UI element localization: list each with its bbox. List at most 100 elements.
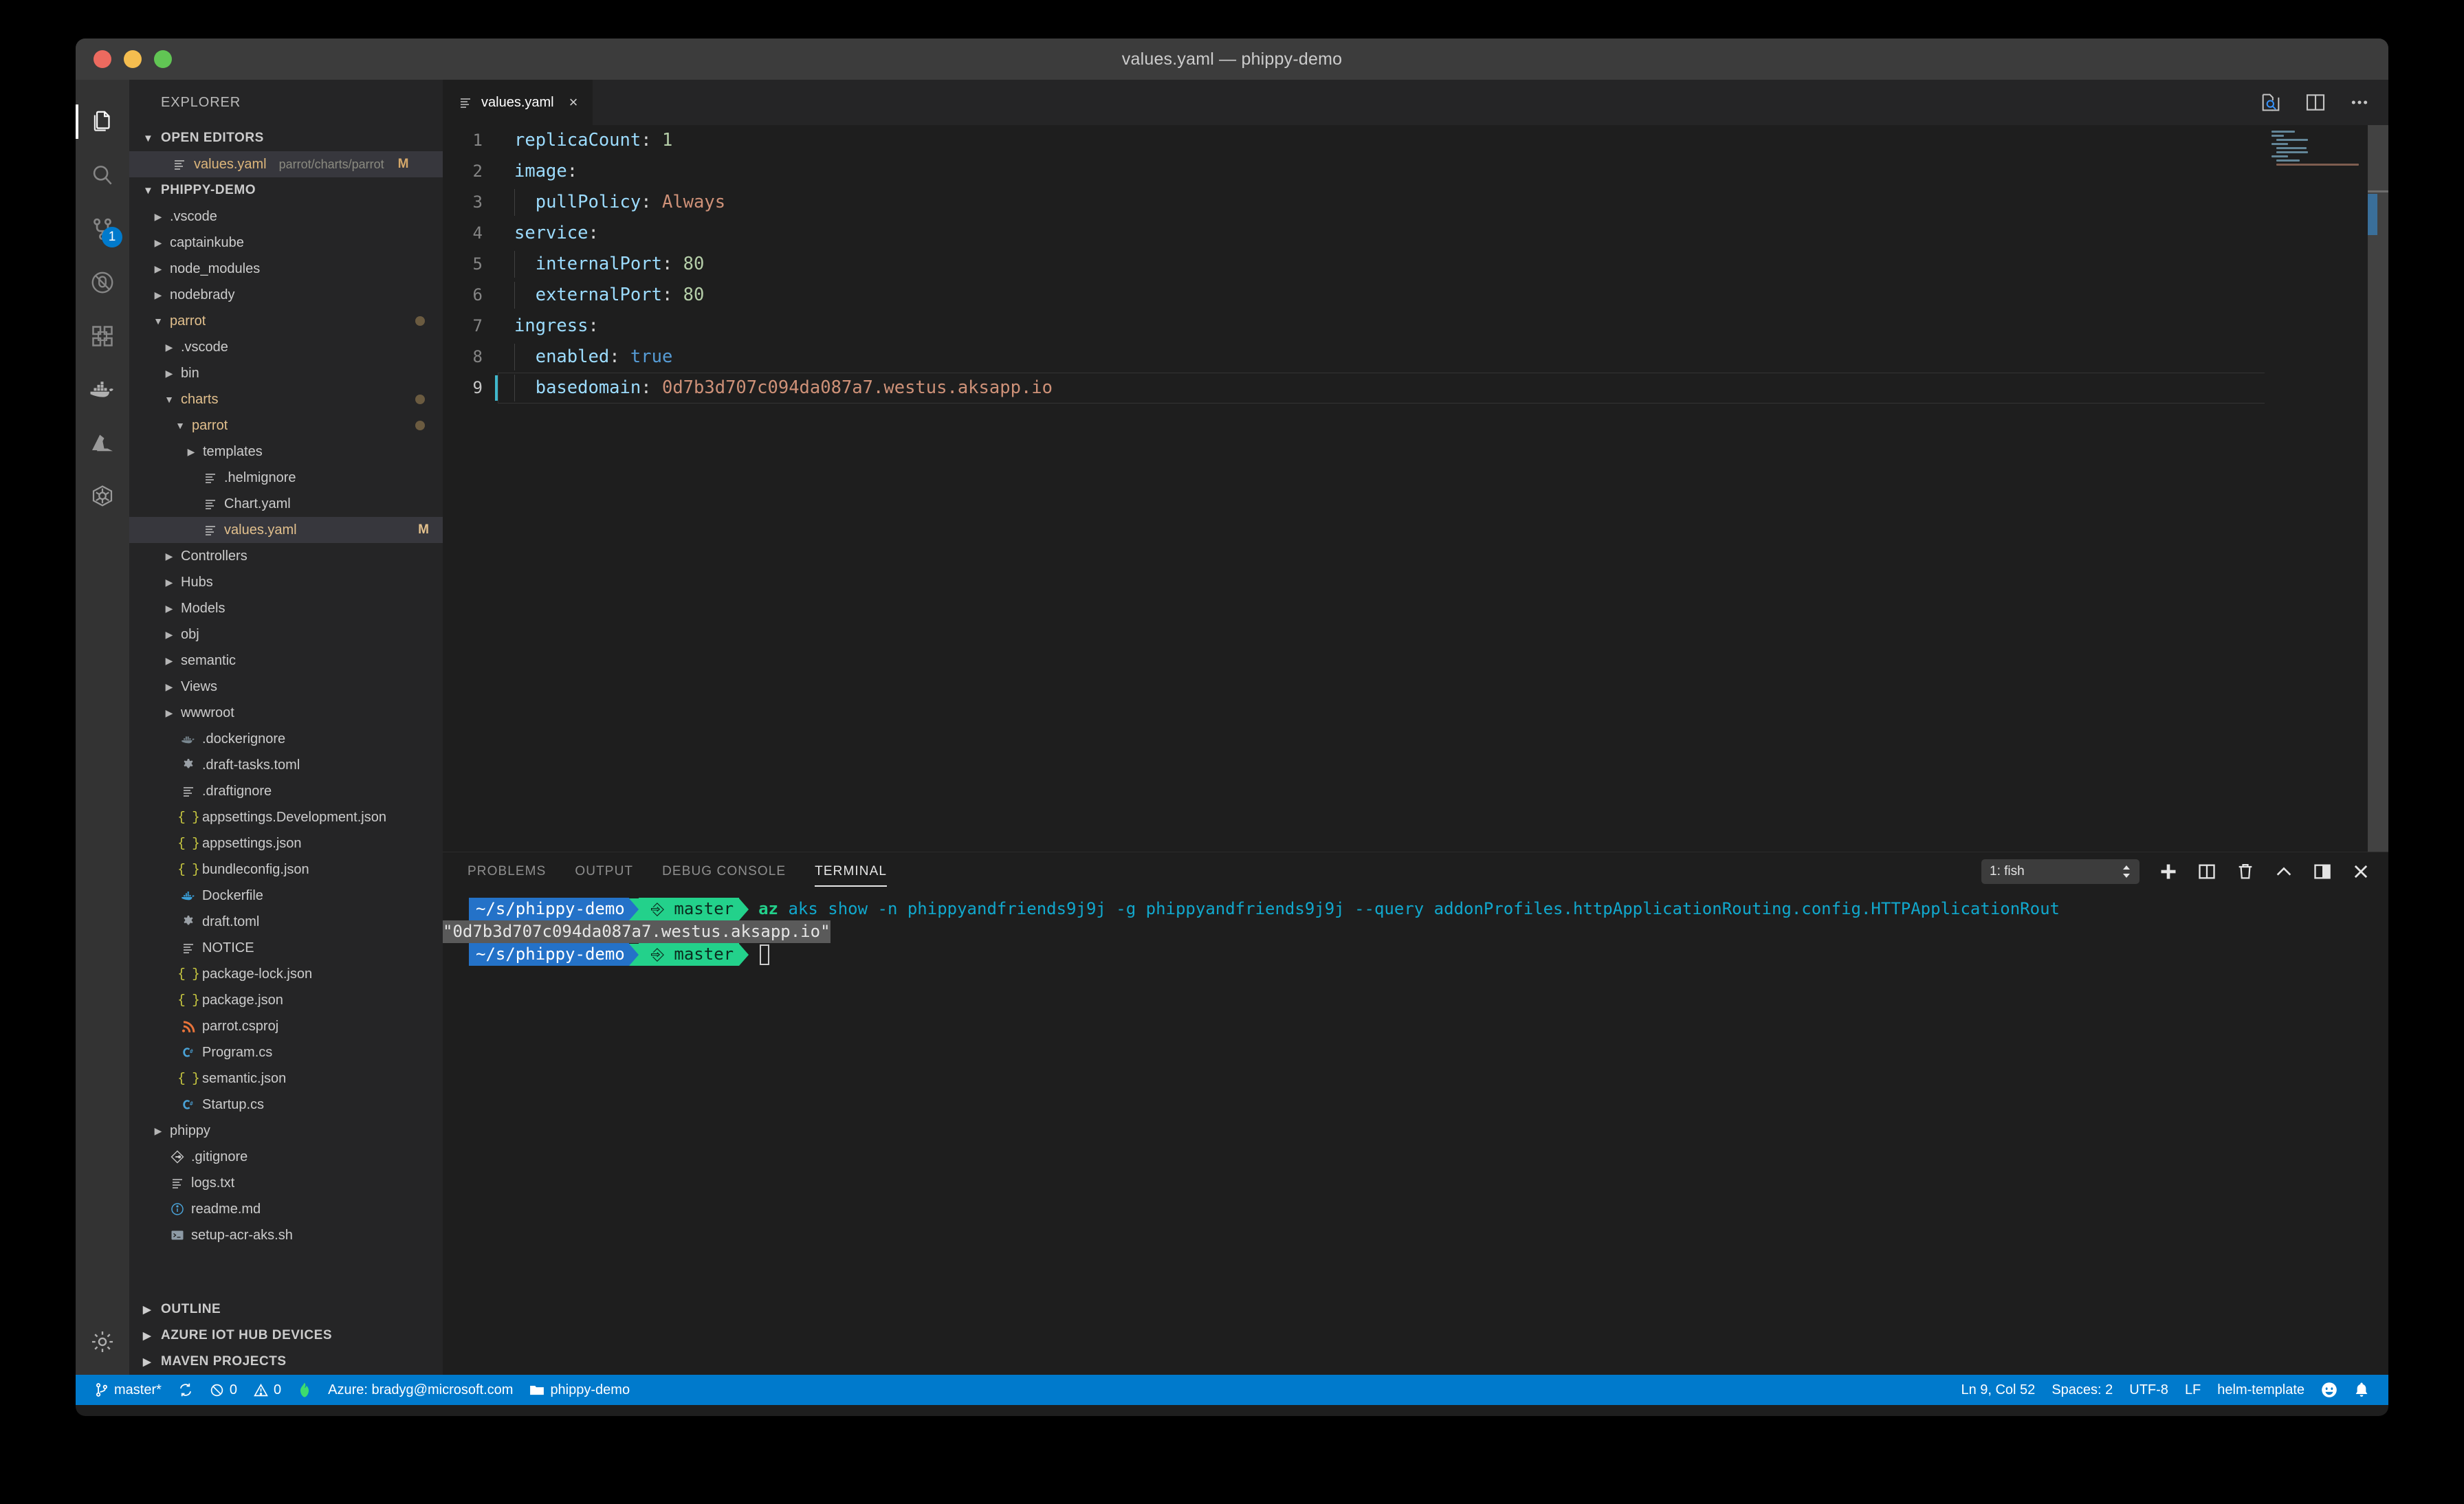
tree-file-row[interactable]: . values.yaml M [129, 517, 443, 543]
tree-file-row[interactable]: . Chart.yaml [129, 491, 443, 517]
code-line[interactable]: 5 internalPort: 80 [443, 249, 2388, 280]
open-editor-item[interactable]: values.yaml parrot/charts/parrot M [129, 151, 443, 177]
activity-docker[interactable] [76, 363, 129, 417]
activity-manage[interactable] [76, 1329, 129, 1358]
activity-kubernetes[interactable] [76, 470, 129, 524]
status-feedback[interactable] [2313, 1375, 2346, 1405]
tree-file-row[interactable]: . .dockerignore [129, 726, 443, 752]
status-azure-account[interactable]: Azure: bradyg@microsoft.com [320, 1375, 521, 1405]
tree-file-row[interactable]: .{ }semantic.json [129, 1065, 443, 1092]
tree-file-row[interactable]: . readme.md [129, 1196, 443, 1222]
section-outline[interactable]: ▶ OUTLINE [129, 1296, 443, 1323]
code-line[interactable]: 9 basedomain: 0d7b3d707c094da087a7.westu… [443, 373, 2388, 403]
tab-output[interactable]: OUTPUT [575, 852, 633, 891]
tree-folder-row[interactable]: ▶ wwwroot [129, 700, 443, 726]
code-line[interactable]: 4 service: [443, 218, 2388, 249]
tree-file-row[interactable]: . .helmignore [129, 465, 443, 491]
split-editor-icon[interactable] [2304, 91, 2326, 113]
tree-file-row[interactable]: . Dockerfile [129, 883, 443, 909]
trash-icon[interactable] [2236, 862, 2255, 881]
tree-file-row[interactable]: . logs.txt [129, 1170, 443, 1196]
tree-folder-row[interactable]: ▶ captainkube [129, 230, 443, 256]
tab-terminal[interactable]: TERMINAL [815, 852, 887, 891]
close-icon[interactable]: × [569, 93, 578, 111]
minimap[interactable] [2265, 125, 2368, 852]
terminal-selector[interactable]: 1: fish [1981, 859, 2140, 884]
section-azure-iot-hub-devices[interactable]: ▶ AZURE IOT HUB DEVICES [129, 1323, 443, 1349]
tree-folder-row[interactable]: ▶ .vscode [129, 203, 443, 230]
zoom-window-button[interactable] [154, 50, 172, 68]
code-line[interactable]: 1 replicaCount: 1 [443, 125, 2388, 156]
code-line[interactable]: 8 enabled: true [443, 342, 2388, 373]
tree-file-row[interactable]: .{ }appsettings.Development.json [129, 804, 443, 830]
terminal-output-selected[interactable]: "0d7b3d707c094da087a7.westus.aksapp.io" [443, 920, 830, 943]
maximize-panel-icon[interactable] [2313, 862, 2332, 881]
status-indentation[interactable]: Spaces: 2 [2043, 1375, 2121, 1405]
tree-file-row[interactable]: . .draft-tasks.toml [129, 752, 443, 778]
status-eol[interactable]: LF [2177, 1375, 2209, 1405]
status-encoding[interactable]: UTF-8 [2121, 1375, 2177, 1405]
section-maven-projects[interactable]: ▶ MAVEN PROJECTS [129, 1349, 443, 1375]
scrollbar-thumb[interactable] [2368, 125, 2388, 190]
terminal-content[interactable]: ~/s/phippy-demo ⎆ master az aks show -n ph… [443, 891, 2388, 1375]
close-window-button[interactable] [94, 50, 111, 68]
tree-folder-row[interactable]: ▶ .vscode [129, 334, 443, 360]
overview-ruler[interactable] [2368, 125, 2388, 852]
minimize-window-button[interactable] [124, 50, 142, 68]
status-notifications[interactable] [2346, 1375, 2377, 1405]
tree-file-row[interactable]: . .draftignore [129, 778, 443, 804]
status-workspace[interactable]: phippy-demo [521, 1375, 638, 1405]
split-icon[interactable] [2197, 862, 2216, 881]
activity-search[interactable] [76, 148, 129, 202]
tree-folder-row[interactable]: ▼ parrot [129, 308, 443, 334]
tree-file-row[interactable]: . # Program.cs [129, 1039, 443, 1065]
activity-azure[interactable] [76, 417, 129, 470]
tree-folder-row[interactable]: ▶ Hubs [129, 569, 443, 595]
code-line[interactable]: 3 pullPolicy: Always [443, 187, 2388, 218]
tree-folder-row[interactable]: ▶ templates [129, 439, 443, 465]
code-editor[interactable]: 1 replicaCount: 1 2 image: 3 pullPolicy: Alw… [443, 125, 2388, 852]
status-cursor-position[interactable]: Ln 9, Col 52 [1952, 1375, 2043, 1405]
status-errors[interactable]: 0 [201, 1375, 245, 1405]
status-branch[interactable]: master* [87, 1375, 170, 1405]
tree-folder-row[interactable]: ▶ bin [129, 360, 443, 386]
status-warnings[interactable]: 0 [245, 1375, 289, 1405]
tab-debug-console[interactable]: DEBUG CONSOLE [662, 852, 786, 891]
tree-folder-row[interactable]: ▼ charts [129, 386, 443, 412]
tree-file-row[interactable]: . parrot.csproj [129, 1013, 443, 1039]
chevron-up-icon[interactable] [2274, 862, 2294, 881]
preview-icon[interactable] [2259, 91, 2282, 114]
tree-file-row[interactable]: . # Startup.cs [129, 1092, 443, 1118]
ellipsis-icon[interactable] [2348, 91, 2370, 113]
tree-file-row[interactable]: . setup-acr-aks.sh [129, 1222, 443, 1248]
status-flame[interactable] [289, 1375, 320, 1405]
activity-debug[interactable] [76, 256, 129, 309]
tree-folder-row[interactable]: ▶ Controllers [129, 543, 443, 569]
tree-file-row[interactable]: .{ }appsettings.json [129, 830, 443, 856]
tree-file-row[interactable]: . NOTICE [129, 935, 443, 961]
tree-folder-row[interactable]: ▶ semantic [129, 648, 443, 674]
code-lines[interactable]: 1 replicaCount: 1 2 image: 3 pullPolicy: Alw… [443, 125, 2388, 852]
tree-folder-row[interactable]: ▶ node_modules [129, 256, 443, 282]
project-header[interactable]: ▼ PHIPPY-DEMO [129, 177, 443, 203]
close-icon[interactable] [2351, 862, 2370, 881]
tab-problems[interactable]: PROBLEMS [468, 852, 546, 891]
activity-explorer[interactable] [76, 95, 129, 148]
tree-folder-row[interactable]: ▶ nodebrady [129, 282, 443, 308]
tree-folder-row[interactable]: ▶ Models [129, 595, 443, 621]
tree-file-row[interactable]: .{ }bundleconfig.json [129, 856, 443, 883]
traffic-lights[interactable] [94, 50, 172, 68]
tree-file-row[interactable]: .{ }package.json [129, 987, 443, 1013]
activity-extensions[interactable] [76, 309, 129, 363]
tree-file-row[interactable]: .{ }package-lock.json [129, 961, 443, 987]
tree-folder-row[interactable]: ▶ Views [129, 674, 443, 700]
tree-folder-row[interactable]: ▼ parrot [129, 412, 443, 439]
code-line[interactable]: 6 externalPort: 80 [443, 280, 2388, 311]
code-line[interactable]: 7 ingress: [443, 311, 2388, 342]
open-editors-header[interactable]: ▼ OPEN EDITORS [129, 125, 443, 151]
tree-folder-row[interactable]: ▶ phippy [129, 1118, 443, 1144]
tree-file-row[interactable]: . draft.toml [129, 909, 443, 935]
tree-file-row[interactable]: . .gitignore [129, 1144, 443, 1170]
tab-values-yaml[interactable]: values.yaml × [443, 80, 594, 125]
tree-folder-row[interactable]: ▶ obj [129, 621, 443, 648]
